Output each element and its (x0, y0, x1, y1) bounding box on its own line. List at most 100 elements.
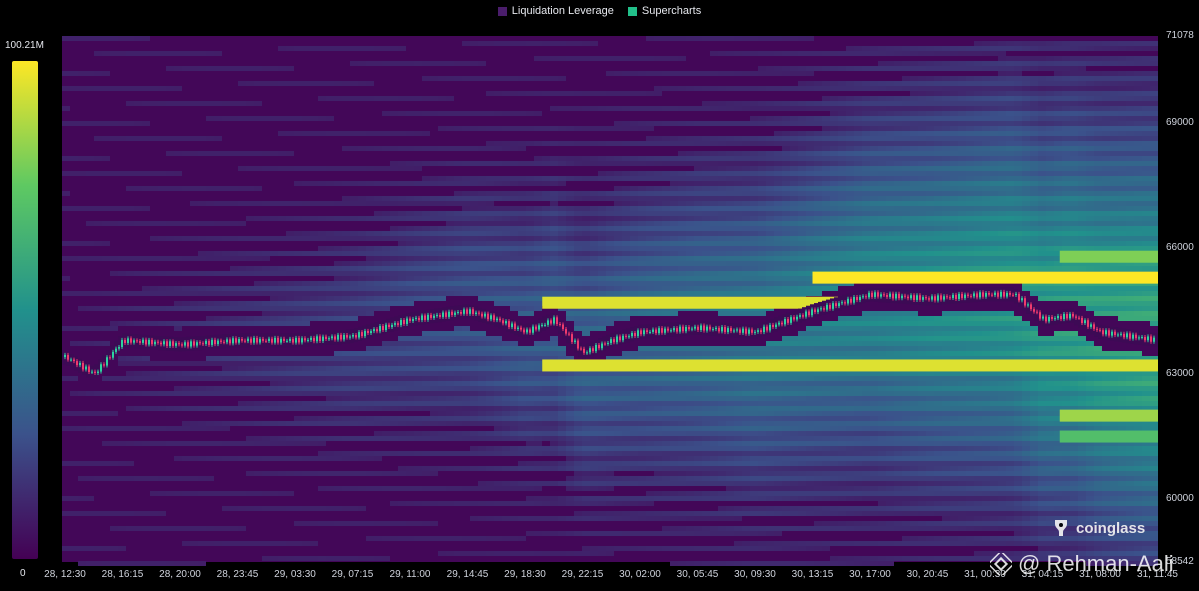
heatmap-cell (774, 206, 782, 211)
heatmap-cell (198, 391, 206, 396)
heatmap-cell (622, 496, 630, 501)
heatmap-cell (726, 436, 734, 441)
heatmap-cell (246, 66, 254, 71)
heatmap-cell (438, 161, 446, 166)
heatmap-cell (726, 256, 734, 261)
heatmap-cell (198, 426, 206, 431)
heatmap-cell (302, 366, 310, 371)
heatmap-cell (742, 421, 750, 426)
heatmap-cell (710, 436, 718, 441)
heatmap-cell (286, 456, 294, 461)
heatmap-cell (326, 81, 334, 86)
heatmap-cell (142, 221, 150, 226)
heatmap-cell (366, 521, 374, 526)
heatmap-cell (750, 426, 758, 431)
heatmap-cell (662, 436, 670, 441)
heatmap-cell (782, 271, 790, 276)
heatmap-cell (534, 236, 542, 241)
heatmap-cell (702, 281, 710, 286)
heatmap-cell (366, 396, 374, 401)
heatmap-cell (422, 521, 430, 526)
heatmap-cell (510, 91, 518, 96)
heatmap-cell (230, 421, 238, 426)
heatmap-cell (390, 396, 398, 401)
heatmap-cell (590, 141, 598, 146)
heatmap-cell (622, 401, 630, 406)
heatmap-cell (542, 176, 550, 181)
heatmap-cell (422, 286, 430, 291)
heatmap-cell (798, 441, 806, 446)
heatmap-cell (350, 361, 358, 366)
heatmap-cell (614, 291, 622, 296)
heatmap-cell (502, 501, 510, 506)
heatmap-cell (686, 271, 694, 276)
heatmap-cell (766, 71, 774, 76)
heatmap-cell (614, 256, 622, 261)
heatmap-cell (182, 456, 190, 461)
heatmap-cell (598, 551, 606, 556)
heatmap-cell (598, 241, 606, 246)
heatmap-cell (718, 406, 726, 411)
heatmap-cell (182, 221, 190, 226)
heatmap-cell (574, 391, 582, 396)
heatmap-cell (478, 281, 486, 286)
heatmap-cell (598, 321, 606, 326)
heatmap-cell (118, 291, 126, 296)
heatmap-cell (414, 391, 422, 396)
heatmap-cell (574, 441, 582, 446)
heatmap-cell (550, 241, 558, 246)
heatmap-cell (62, 71, 70, 76)
heatmap-cell (558, 211, 566, 216)
heatmap-cell (622, 206, 630, 211)
heatmap-cell (638, 516, 646, 521)
heatmap-cell (622, 466, 630, 471)
heatmap-cell (430, 351, 438, 356)
heatmap-cell (806, 51, 814, 56)
heatmap-cell (774, 466, 782, 471)
heatmap-cell (694, 236, 702, 241)
heatmap-cell (686, 371, 694, 376)
heatmap-cell (382, 306, 390, 311)
heatmap-cell (590, 531, 598, 536)
heatmap-cell (566, 416, 574, 421)
heatmap-cell (494, 336, 502, 341)
heatmap-cell (310, 271, 318, 276)
heatmap-cell (398, 346, 406, 351)
heatmap-cell (270, 311, 278, 316)
heatmap-cell (126, 476, 134, 481)
heatmap-cell (390, 501, 398, 506)
heatmap-cell (686, 86, 694, 91)
heatmap-cell (710, 461, 718, 466)
heatmap-cell (702, 176, 710, 181)
heatmap-cell (438, 486, 446, 491)
heatmap-cell (566, 126, 574, 131)
heatmap-cell (662, 261, 670, 266)
heatmap-cell (270, 471, 278, 476)
heatmap-cell (742, 381, 750, 386)
heatmap-cell (582, 236, 590, 241)
heatmap-cell (670, 396, 678, 401)
heatmap-cell (86, 561, 94, 566)
heatmap-cell (462, 416, 470, 421)
heatmap-cell (558, 446, 566, 451)
heatmap-cell (550, 531, 558, 536)
heatmap-cell (790, 236, 798, 241)
heatmap-cell (566, 376, 574, 381)
heatmap-cell (390, 196, 398, 201)
heatmap-cell (598, 251, 606, 256)
heatmap-cell (366, 451, 374, 456)
heatmap-cell (694, 231, 702, 236)
heatmap-cell (606, 501, 614, 506)
heatmap-cell (574, 421, 582, 426)
heatmap-cell (558, 436, 566, 441)
heatmap-cell (726, 371, 734, 376)
heatmap-cell (574, 446, 582, 451)
heatmap-cell (254, 266, 262, 271)
heatmap-cell (526, 216, 534, 221)
heatmap-cell (678, 346, 686, 351)
heatmap-cell (550, 381, 558, 386)
heatmap-cell (494, 481, 502, 486)
heatmap-cell (358, 361, 366, 366)
heatmap-cell (342, 436, 350, 441)
heatmap-cell (142, 271, 150, 276)
